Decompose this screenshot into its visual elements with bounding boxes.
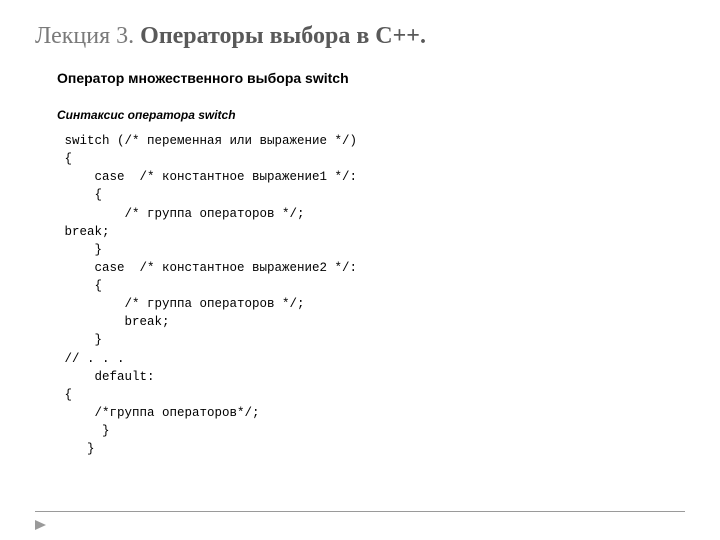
nav-arrow-icon: [35, 518, 51, 532]
slide-subtitle: Оператор множественного выбора switch: [57, 70, 685, 86]
title-bold: Операторы выбора в С++.: [140, 23, 426, 49]
footer-divider: [35, 511, 685, 512]
slide-title: Лекция 3. Операторы выбора в С++.: [35, 22, 685, 50]
title-light: Лекция 3.: [35, 23, 140, 49]
syntax-label: Синтаксис оператора switch: [57, 108, 685, 122]
code-block: switch (/* переменная или выражение */) …: [57, 132, 685, 458]
